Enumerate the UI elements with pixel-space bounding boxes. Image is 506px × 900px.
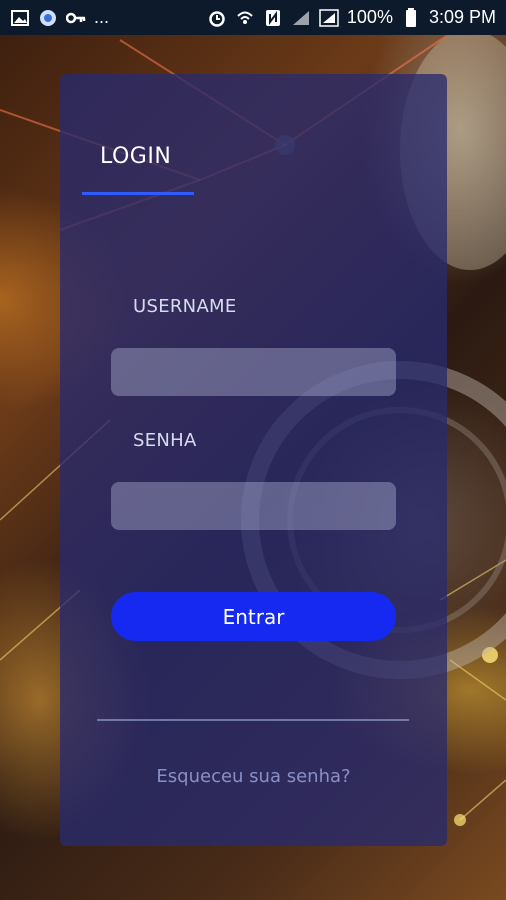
status-time: 3:09 PM — [428, 7, 496, 27]
status-bar: ... 100% 3:09 PM — [0, 0, 506, 35]
login-button[interactable]: Entrar — [111, 592, 396, 641]
battery-percent: 100% — [346, 7, 393, 27]
username-input[interactable] — [111, 348, 396, 396]
status-bar-right: 100% 3:09 PM — [207, 7, 496, 28]
wifi-icon — [235, 8, 255, 28]
tab-login[interactable]: LOGIN — [82, 144, 194, 169]
password-label: SENHA — [133, 430, 197, 451]
divider — [97, 719, 409, 721]
globe-icon — [38, 8, 58, 28]
tab-active-indicator — [82, 192, 194, 195]
signal-full-icon — [319, 8, 339, 28]
battery-icon — [401, 7, 421, 28]
image-icon — [10, 8, 30, 28]
username-label: USERNAME — [133, 296, 237, 317]
login-card: LOGIN USERNAME SENHA Entrar Esqueceu sua… — [60, 74, 447, 846]
password-input[interactable] — [111, 482, 396, 530]
status-bar-left: ... — [10, 7, 109, 28]
nfc-icon — [263, 8, 283, 28]
signal-icon — [291, 8, 311, 28]
alarm-icon — [207, 8, 227, 28]
key-icon — [66, 8, 86, 28]
forgot-password-link[interactable]: Esqueceu sua senha? — [60, 766, 447, 787]
more-dots-icon: ... — [94, 7, 110, 27]
